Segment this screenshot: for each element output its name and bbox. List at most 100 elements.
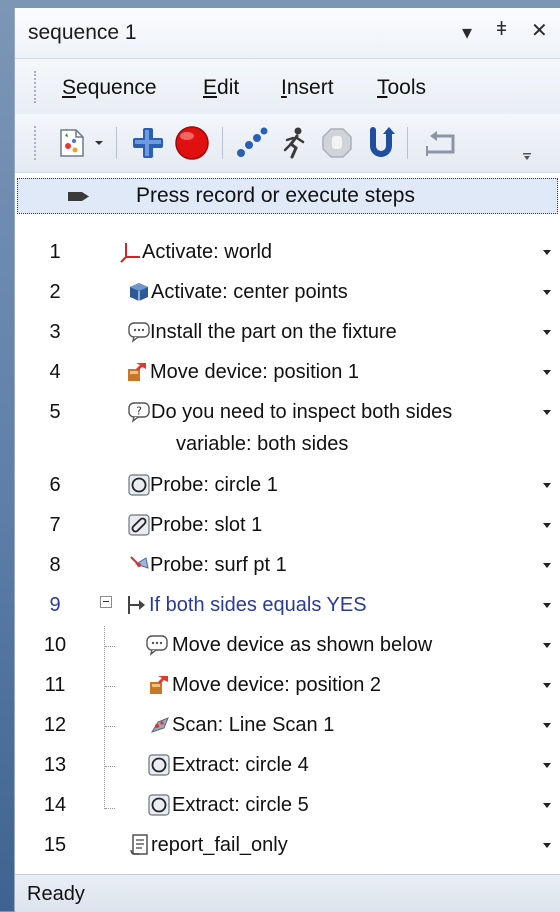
step-row[interactable]: 11 Move device: position 2 <box>15 666 560 706</box>
step-number: 2 <box>49 281 61 303</box>
step-number: 11 <box>44 674 66 696</box>
step-row[interactable]: 8 Probe: surf pt 1 <box>15 546 560 586</box>
step-menu-dropdown[interactable] <box>543 603 551 608</box>
toolbar-separator <box>222 127 223 159</box>
menu-grip[interactable] <box>34 71 38 103</box>
step-menu-dropdown[interactable] <box>543 523 551 528</box>
panel-options-icon[interactable]: ▾ <box>462 20 472 45</box>
toolbar-overflow-icon[interactable] <box>517 138 537 176</box>
menu-edit-accel: E <box>203 76 218 99</box>
move-device-icon <box>128 363 146 381</box>
wrap-icon[interactable] <box>421 124 465 162</box>
menu-bar: Sequence Edit Insert Tools <box>15 59 560 114</box>
menu-sequence[interactable]: Sequence <box>62 76 157 100</box>
step-label: Extract: circle 4 <box>172 754 309 776</box>
scan-icon <box>150 717 169 733</box>
message-icon <box>146 635 168 656</box>
menu-edit-label: dit <box>217 76 240 99</box>
toolbar-separator <box>116 127 117 159</box>
step-number: 6 <box>49 474 61 496</box>
step-number: 10 <box>43 634 67 656</box>
step-label: Move device as shown below <box>172 634 433 656</box>
step-number: 5 <box>49 401 61 423</box>
menu-insert[interactable]: Insert <box>281 76 334 100</box>
step-row[interactable]: 6 Probe: circle 1 <box>15 466 560 506</box>
step-number: 4 <box>49 361 61 383</box>
step-label: Move device: position 1 <box>150 361 360 383</box>
menu-sequence-label: equence <box>76 76 157 99</box>
step-row[interactable]: 4 Move device: position 1 <box>15 353 560 393</box>
step-label: report_fail_only <box>151 834 288 856</box>
current-step-arrow-icon <box>68 192 89 201</box>
record-icon[interactable] <box>173 124 211 162</box>
toolbar-separator <box>407 127 408 159</box>
collapse-toggle[interactable] <box>100 596 112 608</box>
step-menu-dropdown[interactable] <box>543 723 551 728</box>
step-menu-dropdown[interactable] <box>543 843 551 848</box>
step-number: 8 <box>49 554 61 576</box>
title-bar: sequence 1 ▾ ǂ ✕ <box>15 8 560 59</box>
panel-title: sequence 1 <box>28 21 137 44</box>
step-sublabel: variable: both sides <box>176 433 349 455</box>
dropdown-arrow-icon[interactable] <box>91 124 107 162</box>
record-prompt-row[interactable]: Press record or execute steps <box>17 178 558 214</box>
svg-text:?: ? <box>136 405 142 418</box>
step-menu-dropdown[interactable] <box>543 290 551 295</box>
step-number: 14 <box>43 794 67 816</box>
add-step-icon[interactable] <box>129 124 167 162</box>
execute-steps-icon[interactable] <box>233 124 271 162</box>
circle-probe-icon <box>148 794 170 816</box>
step-row[interactable]: 5 ? Do you need to inspect both sides va… <box>15 393 560 465</box>
move-device-icon <box>150 676 168 694</box>
toolbar-grip[interactable] <box>34 126 38 160</box>
status-bar: Ready <box>15 874 560 912</box>
stop-icon[interactable] <box>318 124 356 162</box>
step-number: 15 <box>43 834 67 856</box>
step-row[interactable]: 3 Install the part on the fixture <box>15 313 560 353</box>
step-menu-dropdown[interactable] <box>543 410 551 415</box>
step-menu-dropdown[interactable] <box>543 483 551 488</box>
step-row[interactable]: 1 Activate: world <box>15 233 560 273</box>
step-menu-dropdown[interactable] <box>543 683 551 688</box>
step-menu-dropdown[interactable] <box>543 330 551 335</box>
step-label: Probe: circle 1 <box>150 474 278 496</box>
sequence-panel: sequence 1 ▾ ǂ ✕ Sequence Edit Insert To… <box>14 8 560 912</box>
circle-probe-icon <box>128 474 150 496</box>
pin-icon[interactable]: ǂ <box>496 19 507 41</box>
step-label: Probe: surf pt 1 <box>150 554 287 576</box>
step-row[interactable]: 15 report_fail_only <box>15 826 560 866</box>
record-prompt-text: Press record or execute steps <box>136 184 415 207</box>
step-row[interactable]: 10 Move device as shown below <box>15 626 560 666</box>
step-menu-dropdown[interactable] <box>543 563 551 568</box>
new-sequence-icon[interactable] <box>53 124 91 162</box>
message-icon <box>128 322 150 343</box>
step-number: 3 <box>49 321 61 343</box>
menu-tools-accel: T <box>377 76 388 99</box>
step-menu-dropdown[interactable] <box>543 803 551 808</box>
toolbar <box>15 114 560 173</box>
run-icon[interactable] <box>275 124 313 162</box>
step-menu-dropdown[interactable] <box>543 250 551 255</box>
menu-tools[interactable]: Tools <box>377 76 426 100</box>
step-row[interactable]: 14 Extract: circle 5 <box>15 786 560 826</box>
step-row[interactable]: 2 Activate: center points <box>15 273 560 313</box>
close-icon[interactable]: ✕ <box>531 18 548 43</box>
cube-icon <box>130 283 148 301</box>
step-row[interactable]: 9 If both sides equals YES <box>15 586 560 626</box>
step-row[interactable]: 13 Extract: circle 4 <box>15 746 560 786</box>
step-row[interactable]: 7 Probe: slot 1 <box>15 506 560 546</box>
menu-insert-label: nsert <box>286 76 334 99</box>
step-row[interactable]: 12 Scan: Line Scan 1 <box>15 706 560 746</box>
question-icon: ? <box>128 402 150 423</box>
step-label: Activate: world <box>142 241 273 263</box>
menu-tools-label: ools <box>387 76 427 99</box>
undo-icon[interactable] <box>362 124 400 162</box>
step-menu-dropdown[interactable] <box>543 763 551 768</box>
step-label: Probe: slot 1 <box>150 514 263 536</box>
step-number: 13 <box>43 754 67 776</box>
step-menu-dropdown[interactable] <box>543 370 551 375</box>
menu-edit[interactable]: Edit <box>203 76 239 100</box>
menu-sequence-accel: S <box>62 76 77 99</box>
step-label: Install the part on the fixture <box>150 321 397 343</box>
step-menu-dropdown[interactable] <box>543 643 551 648</box>
